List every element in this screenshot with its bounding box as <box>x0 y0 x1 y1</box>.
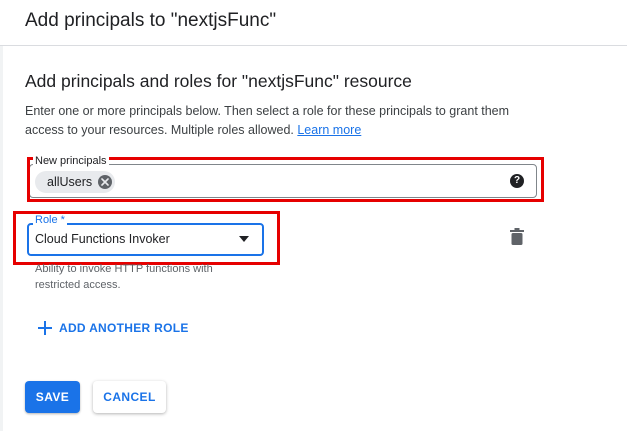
dropdown-arrow-icon[interactable] <box>239 236 249 242</box>
learn-more-link[interactable]: Learn more <box>297 123 361 137</box>
section-description: Enter one or more principals below. Then… <box>25 102 545 140</box>
section-title: Add principals and roles for "nextjsFunc… <box>25 71 412 91</box>
description-text: Enter one or more principals below. Then… <box>25 104 510 137</box>
role-description: Ability to invoke HTTP functions with re… <box>35 263 213 291</box>
left-edge-shadow <box>0 46 3 431</box>
close-circle-icon[interactable] <box>98 175 113 189</box>
cancel-button[interactable]: CANCEL <box>93 381 166 413</box>
dialog-header: Add principals to "nextjsFunc" <box>0 0 627 46</box>
dialog-title: Add principals to "nextjsFunc" <box>25 10 277 31</box>
add-another-role-label: ADD ANOTHER ROLE <box>59 321 189 335</box>
save-button[interactable]: SAVE <box>25 381 80 413</box>
trash-icon[interactable] <box>510 228 524 245</box>
plus-icon <box>38 321 52 335</box>
add-another-role-button[interactable]: ADD ANOTHER ROLE <box>38 318 189 338</box>
new-principals-label: New principals <box>33 155 109 167</box>
role-label: Role * <box>33 214 67 226</box>
help-circle-icon[interactable]: ? <box>510 174 524 188</box>
role-selected-value: Cloud Functions Invoker <box>35 232 170 246</box>
principal-chip: allUsers <box>35 171 116 193</box>
principal-chip-label: allUsers <box>47 175 93 189</box>
